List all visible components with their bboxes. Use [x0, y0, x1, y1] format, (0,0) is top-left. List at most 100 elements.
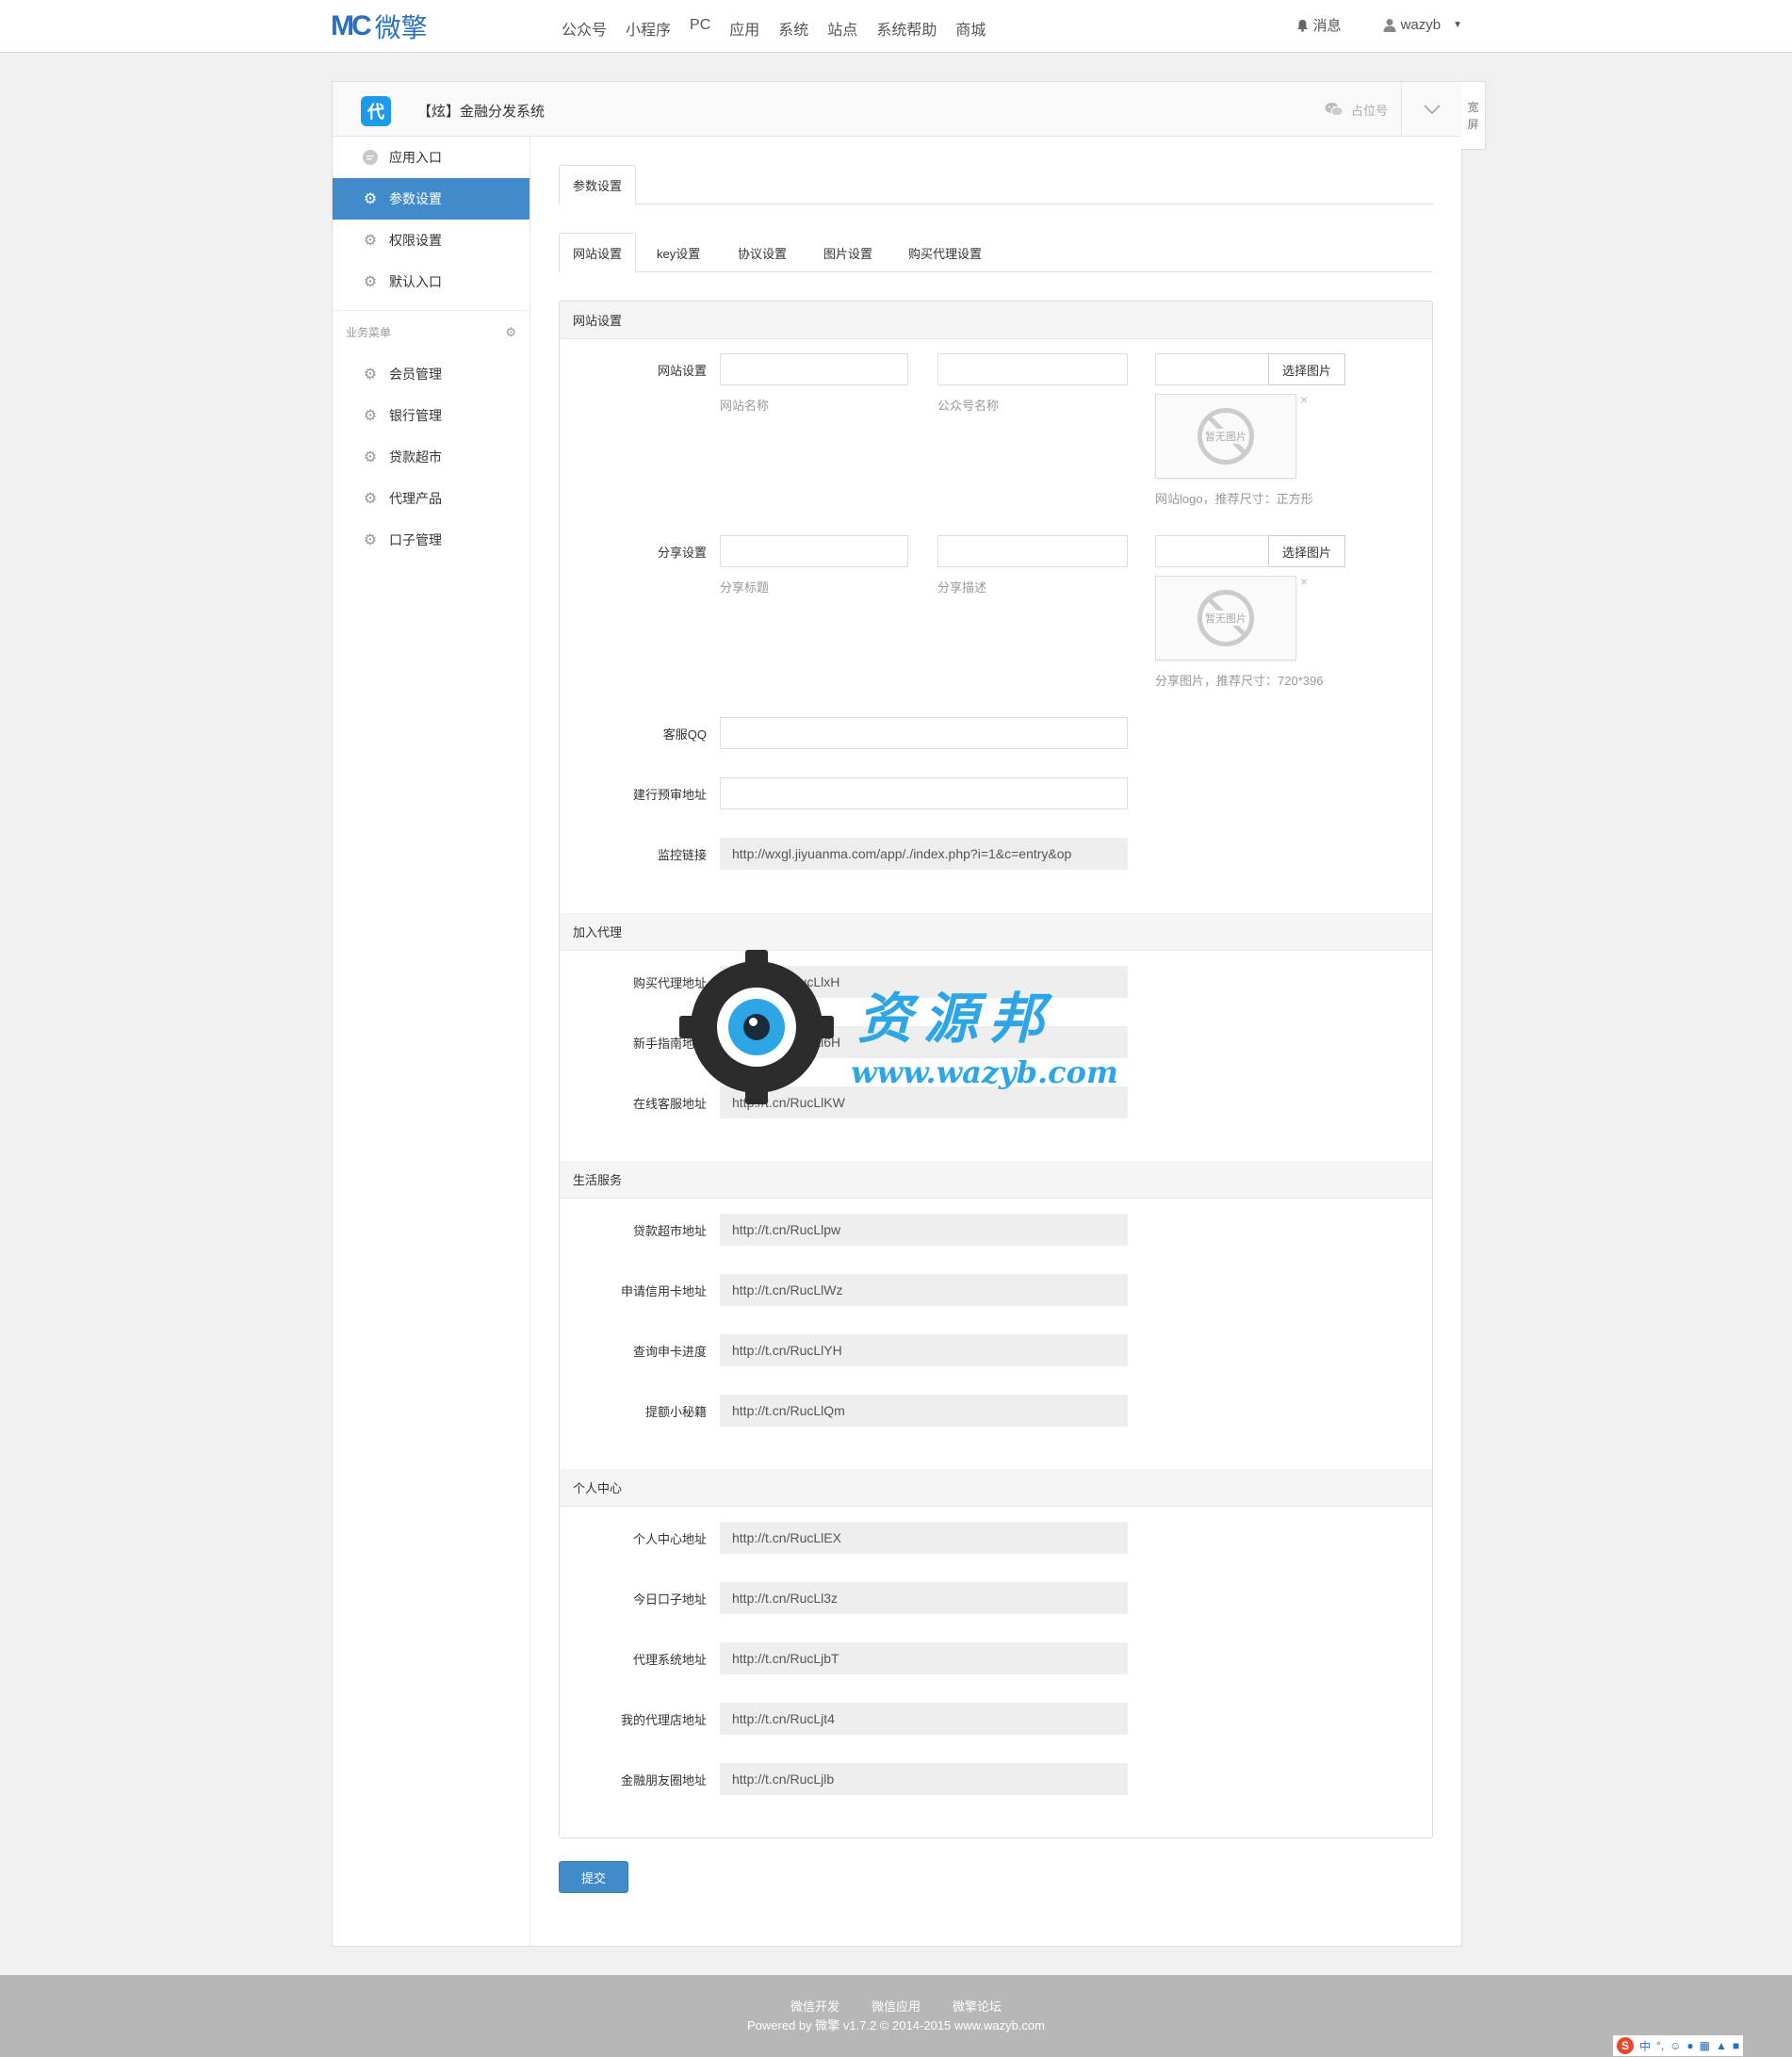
sidebar-item-label: 参数设置	[389, 191, 442, 206]
main-container: 代 【炫】金融分发系统 占位号 应用入口 ⚙ 参数设置 ⚙ 权限设置 ⚙ 默认入…	[332, 81, 1462, 1947]
close-icon[interactable]: ×	[1300, 392, 1308, 407]
no-image-text: 暂无图片	[1204, 429, 1247, 444]
gear-icon: ⚙	[363, 532, 378, 548]
today-kouzi-input[interactable]: http://t.cn/RucLl3z	[720, 1582, 1128, 1614]
messages-link[interactable]: 消息	[1296, 15, 1342, 35]
sidebar-item-label: 银行管理	[389, 408, 442, 423]
caret-down-icon: ▼	[1453, 20, 1462, 30]
share-image-preview: 暂无图片	[1155, 576, 1296, 661]
sidebar-item-label: 权限设置	[389, 233, 442, 248]
nav-system[interactable]: 系统	[778, 17, 808, 40]
sidebar-item-loan-market[interactable]: ⚙ 贷款超市	[333, 436, 529, 478]
footer-link-apps[interactable]: 微信应用	[872, 1997, 920, 2015]
sidebar: 应用入口 ⚙ 参数设置 ⚙ 权限设置 ⚙ 默认入口 业务菜单 ⚙ ⚙ 会员管理 …	[333, 137, 530, 1946]
user-icon	[1383, 19, 1396, 32]
nav-site[interactable]: 站点	[827, 17, 857, 40]
shirt-icon: ■	[1732, 2039, 1740, 2052]
logo-path-input[interactable]	[1155, 353, 1268, 385]
tab-params[interactable]: 参数设置	[559, 165, 637, 205]
share-image-help: 分享图片，推荐尺寸：720*396	[1155, 674, 1324, 688]
close-icon[interactable]: ×	[1300, 574, 1308, 589]
personal-center-input[interactable]: http://t.cn/RucLlEX	[720, 1522, 1128, 1554]
user-menu[interactable]: wazyb ▼	[1383, 17, 1462, 33]
personal-row-label: 我的代理店地址	[620, 1713, 707, 1727]
logo-select-button[interactable]: 选择图片	[1268, 353, 1345, 385]
card-progress-input[interactable]: http://t.cn/RucLlYH	[720, 1334, 1128, 1366]
qq-input[interactable]	[720, 717, 1128, 749]
finance-moments-input[interactable]: http://t.cn/RucLjlb	[720, 1763, 1128, 1795]
skin-icon: ▲	[1716, 2039, 1727, 2052]
monitor-input[interactable]: http://wxgl.jiyuanma.com/app/./index.php…	[720, 838, 1128, 870]
tab-buy-agent-settings[interactable]: 购买代理设置	[895, 233, 995, 272]
gear-icon: ⚙	[363, 408, 378, 424]
site-row-label: 网站设置	[657, 364, 707, 378]
sidebar-item-label: 默认入口	[389, 274, 442, 289]
sidebar-item-permissions[interactable]: ⚙ 权限设置	[333, 220, 529, 261]
tab-key-settings[interactable]: key设置	[643, 233, 713, 272]
bell-icon	[1296, 19, 1308, 32]
sogou-logo-icon: S	[1617, 2037, 1634, 2054]
wechat-icon	[1325, 103, 1344, 117]
sidebar-item-agent-products[interactable]: ⚙ 代理产品	[333, 478, 529, 519]
agent-guide-input[interactable]: http://t.cn/RucLl6H	[720, 1026, 1128, 1058]
sidebar-item-members[interactable]: ⚙ 会员管理	[333, 353, 529, 395]
loan-market-input[interactable]: http://t.cn/RucLlpw	[720, 1214, 1128, 1246]
nav-shop[interactable]: 商城	[955, 17, 986, 40]
chevron-down-icon	[1423, 105, 1441, 114]
agent-service-input[interactable]: http://t.cn/RucLlKW	[720, 1086, 1128, 1118]
logo-preview: 暂无图片	[1155, 394, 1296, 479]
sidebar-item-params[interactable]: ⚙ 参数设置	[333, 178, 529, 220]
ime-toolbar[interactable]: S 中 °, ☺ ● ▦ ▲ ■	[1613, 2035, 1744, 2056]
sidebar-item-kouzi[interactable]: ⚙ 口子管理	[333, 519, 529, 561]
nav-apps[interactable]: 应用	[729, 17, 759, 40]
share-title-input[interactable]	[720, 535, 908, 567]
footer-copyright: Powered by 微擎 v1.7.2 © 2014-2015 www.waz…	[747, 2018, 1045, 2033]
limit-tips-input[interactable]: http://t.cn/RucLlQm	[720, 1395, 1128, 1427]
sidebar-group-header: 业务菜单 ⚙	[333, 310, 529, 353]
share-image-path-input[interactable]	[1155, 535, 1268, 567]
nav-help[interactable]: 系统帮助	[876, 17, 937, 40]
sidebar-item-label: 应用入口	[389, 150, 442, 165]
sidebar-item-label: 代理产品	[389, 491, 442, 506]
placeholder-account-label: 占位号	[1350, 103, 1388, 118]
share-desc-input[interactable]	[937, 535, 1128, 567]
ccb-input[interactable]	[720, 777, 1128, 809]
wide-label-1: 宽	[1467, 100, 1479, 114]
wide-screen-toggle[interactable]: 宽 屏	[1461, 81, 1486, 150]
credit-card-input[interactable]: http://t.cn/RucLlWz	[720, 1274, 1128, 1306]
nav-gzh[interactable]: 公众号	[562, 17, 607, 40]
sidebar-item-default-entry[interactable]: ⚙ 默认入口	[333, 261, 529, 302]
sidebar-item-label: 口子管理	[389, 532, 442, 547]
qq-label: 客服QQ	[662, 727, 707, 742]
share-image-select-button[interactable]: 选择图片	[1268, 535, 1345, 567]
tab-image-settings[interactable]: 图片设置	[810, 233, 886, 272]
app-icon: 代	[361, 96, 391, 126]
brand-logo[interactable]: MC 微擎	[331, 10, 428, 43]
sidebar-item-app-entry[interactable]: 应用入口	[333, 137, 529, 178]
submit-button[interactable]: 提交	[559, 1861, 628, 1893]
footer-link-dev[interactable]: 微信开发	[790, 1997, 839, 2015]
monitor-label: 监控链接	[657, 848, 707, 862]
nav-miniapp[interactable]: 小程序	[626, 17, 671, 40]
tab-agreement-settings[interactable]: 协议设置	[725, 233, 800, 272]
tab-site-settings[interactable]: 网站设置	[559, 233, 637, 273]
wide-label-2: 屏	[1467, 117, 1479, 131]
mp-name-help: 公众号名称	[937, 399, 1000, 413]
site-name-input[interactable]	[720, 353, 908, 385]
footer-link-forum[interactable]: 微擎论坛	[953, 1997, 1002, 2015]
my-agent-shop-input[interactable]: http://t.cn/RucLjt4	[720, 1703, 1128, 1735]
gear-icon: ⚙	[363, 367, 378, 383]
no-image-icon: 暂无图片	[1197, 408, 1254, 465]
agent-buy-input[interactable]: http://t.cn/RucLlxH	[720, 966, 1128, 998]
account-switch[interactable]: 占位号	[1325, 101, 1401, 119]
expand-toggle[interactable]	[1401, 82, 1461, 137]
footer-links: 微信开发 微信应用 微擎论坛	[0, 1997, 1792, 2015]
agent-row-label: 购买代理地址	[632, 976, 707, 990]
mp-name-input[interactable]	[937, 353, 1128, 385]
group-gear-icon[interactable]: ⚙	[505, 325, 516, 340]
nav-pc[interactable]: PC	[690, 17, 710, 40]
agent-system-input[interactable]: http://t.cn/RucLjbT	[720, 1642, 1128, 1674]
sidebar-item-banks[interactable]: ⚙ 银行管理	[333, 395, 529, 436]
ime-mode: 中	[1639, 2039, 1652, 2053]
section-header-site: 网站设置	[560, 302, 1432, 339]
